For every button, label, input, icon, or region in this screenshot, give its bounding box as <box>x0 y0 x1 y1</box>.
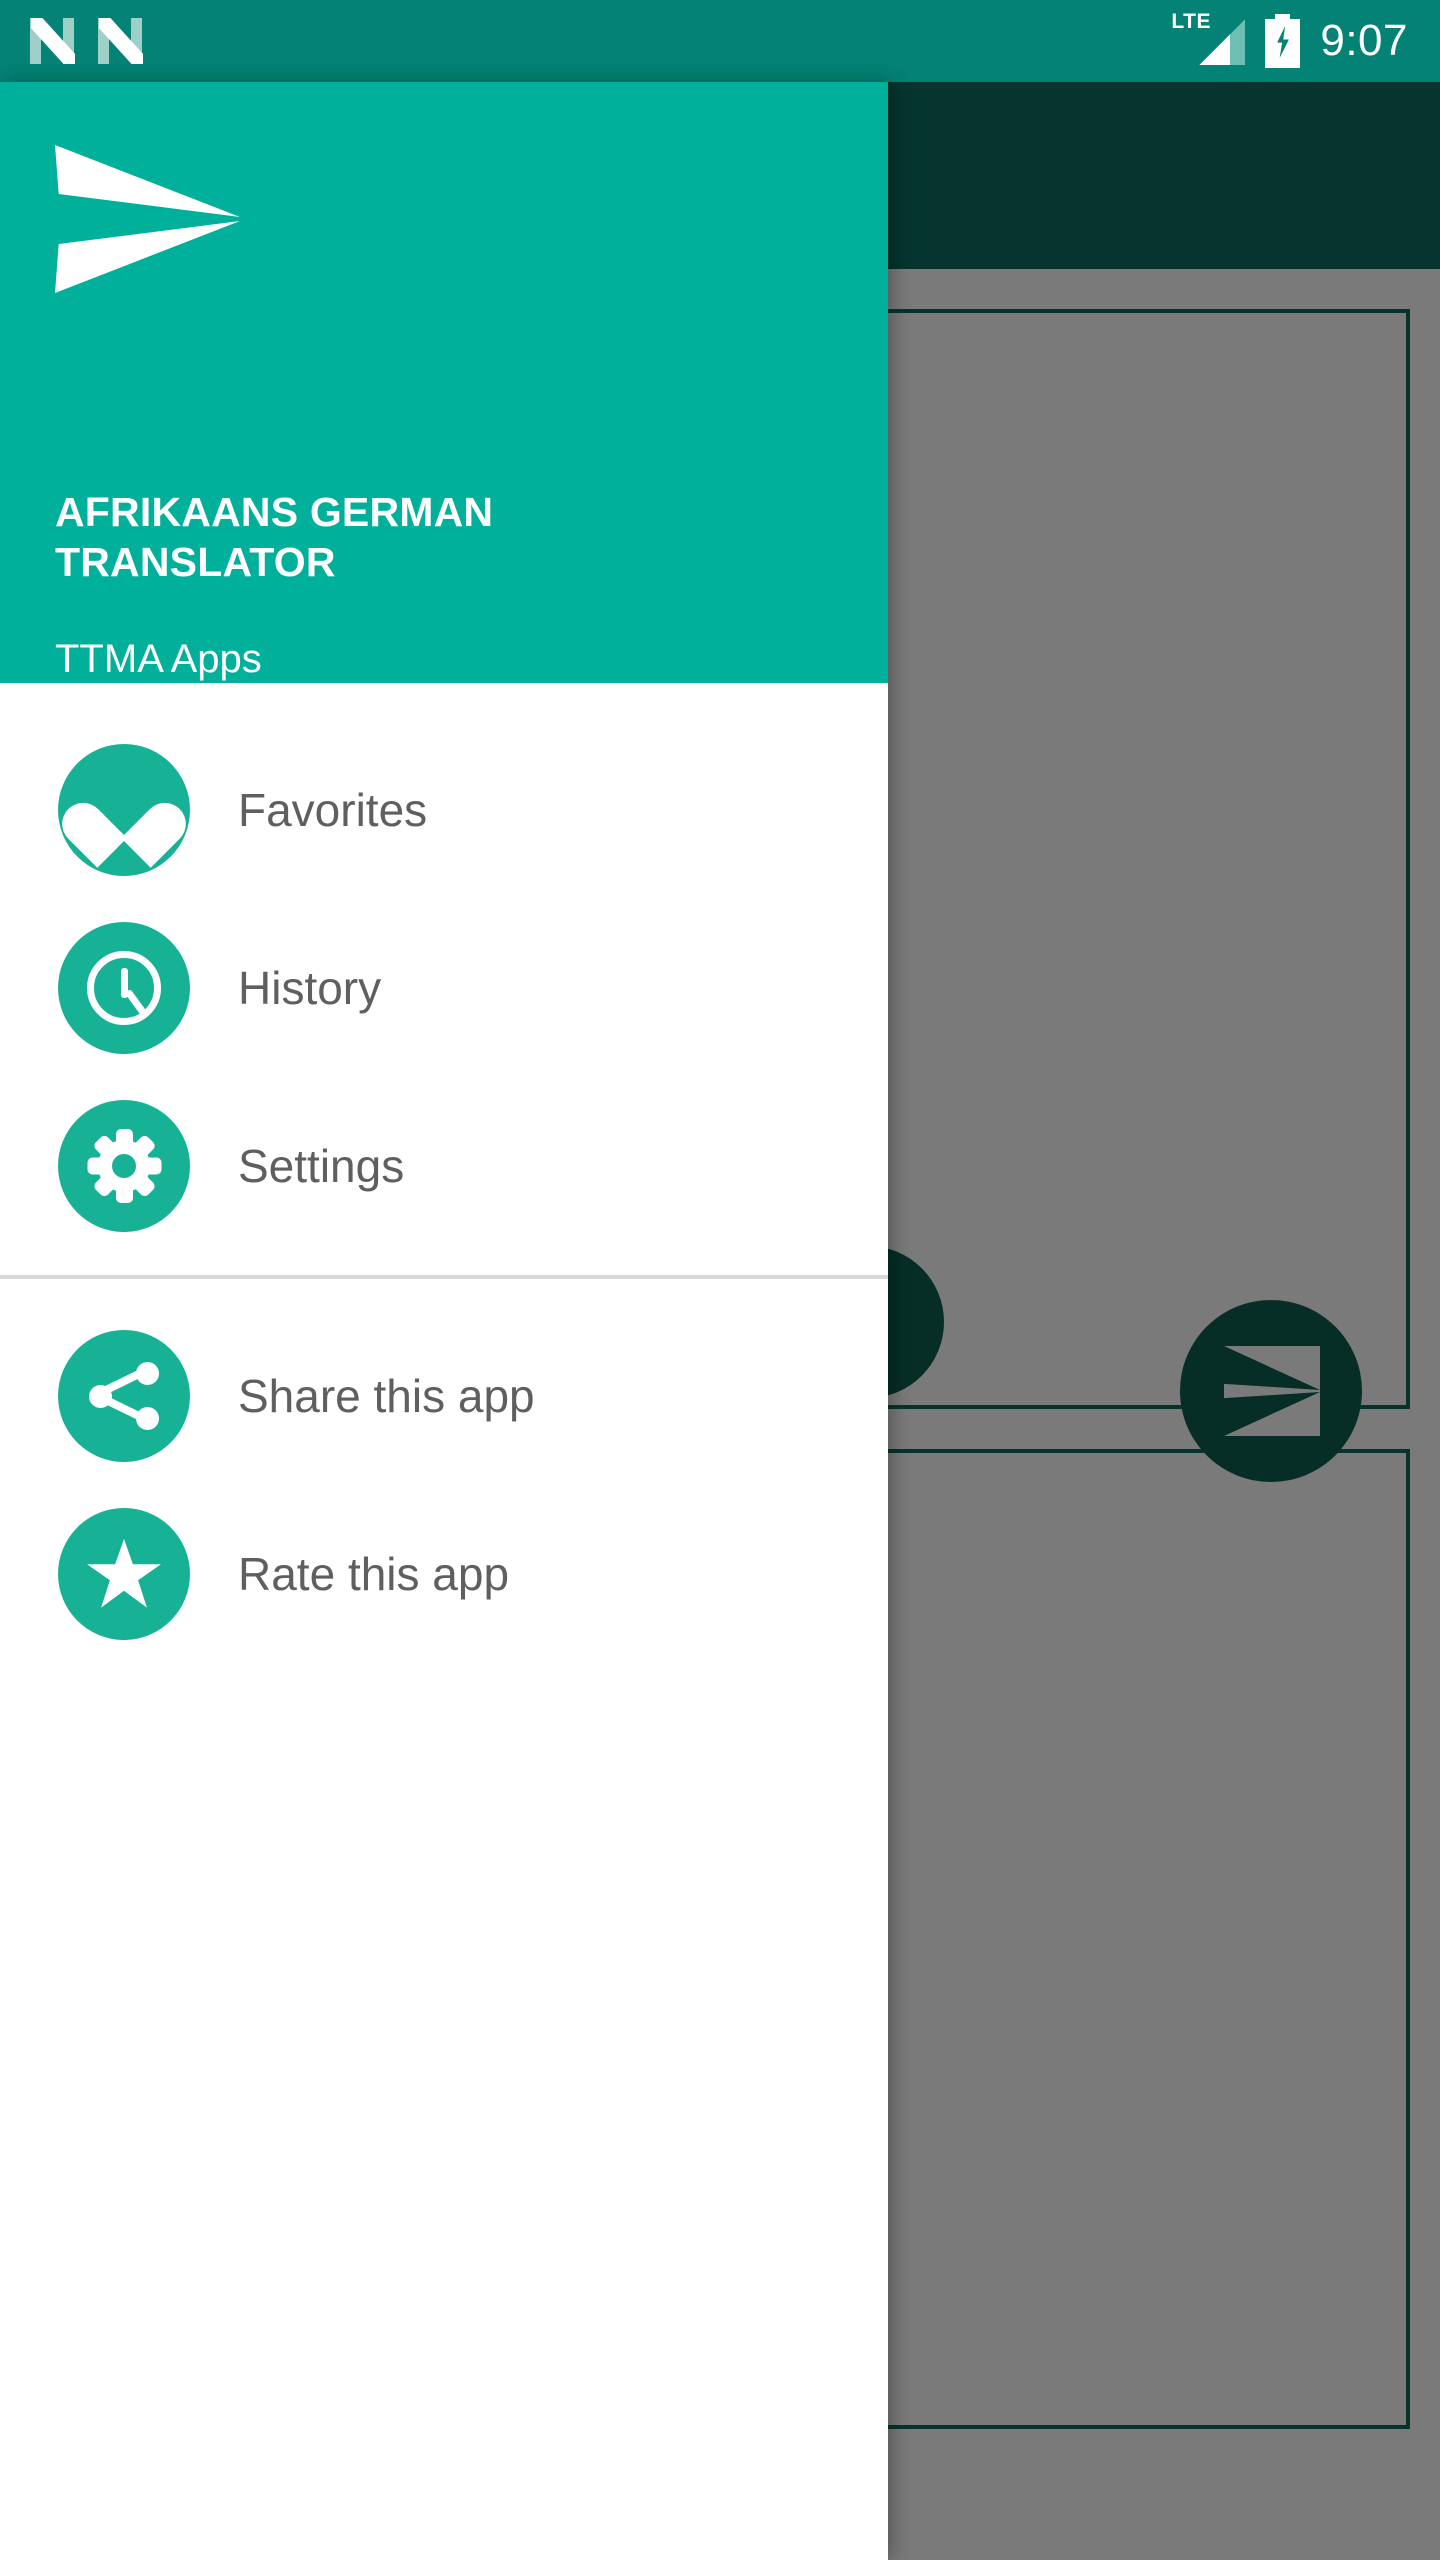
paper-plane-logo <box>55 145 240 293</box>
drawer-item-label: Rate this app <box>238 1548 510 1600</box>
heart-icon <box>53 744 195 876</box>
gear-icon <box>58 1100 190 1232</box>
drawer-item-rate-this-app[interactable]: Rate this app <box>0 1485 888 1663</box>
lte-label: LTE <box>1171 10 1211 33</box>
share-icon <box>58 1330 190 1462</box>
drawer-menu-list: Favorites History Settings Share this ap… <box>0 683 888 2560</box>
nougat-n-icon <box>98 18 143 64</box>
status-bar-clock: 9:07 <box>1320 16 1408 65</box>
drawer-item-label: Settings <box>238 1140 405 1192</box>
drawer-header: AFRIKAANS GERMAN TRANSLATOR TTMA Apps <box>0 82 888 683</box>
drawer-item-label: Favorites <box>238 784 428 836</box>
drawer-divider <box>0 1275 888 1279</box>
battery-charging-icon <box>1265 14 1301 68</box>
drawer-item-favorites[interactable]: Favorites <box>0 721 888 899</box>
drawer-app-title: AFRIKAANS GERMAN TRANSLATOR <box>55 489 494 586</box>
drawer-item-settings[interactable]: Settings <box>0 1077 888 1255</box>
drawer-app-subtitle: TTMA Apps <box>55 637 262 681</box>
clock-icon <box>58 922 190 1054</box>
nougat-n-icon <box>30 18 75 64</box>
drawer-item-label: History <box>238 962 382 1014</box>
status-bar-left-icons <box>0 18 143 64</box>
navigation-drawer: AFRIKAANS GERMAN TRANSLATOR TTMA Apps Fa… <box>0 82 888 2560</box>
lte-signal-icon: LTE <box>1171 10 1246 69</box>
drawer-item-share-this-app[interactable]: Share this app <box>0 1307 888 1485</box>
status-bar: LTE 9:07 <box>0 0 1440 82</box>
drawer-item-history[interactable]: History <box>0 899 888 1077</box>
drawer-item-label: Share this app <box>238 1370 535 1422</box>
status-bar-right-icons: LTE 9:07 <box>1171 10 1440 69</box>
star-icon <box>58 1508 190 1640</box>
